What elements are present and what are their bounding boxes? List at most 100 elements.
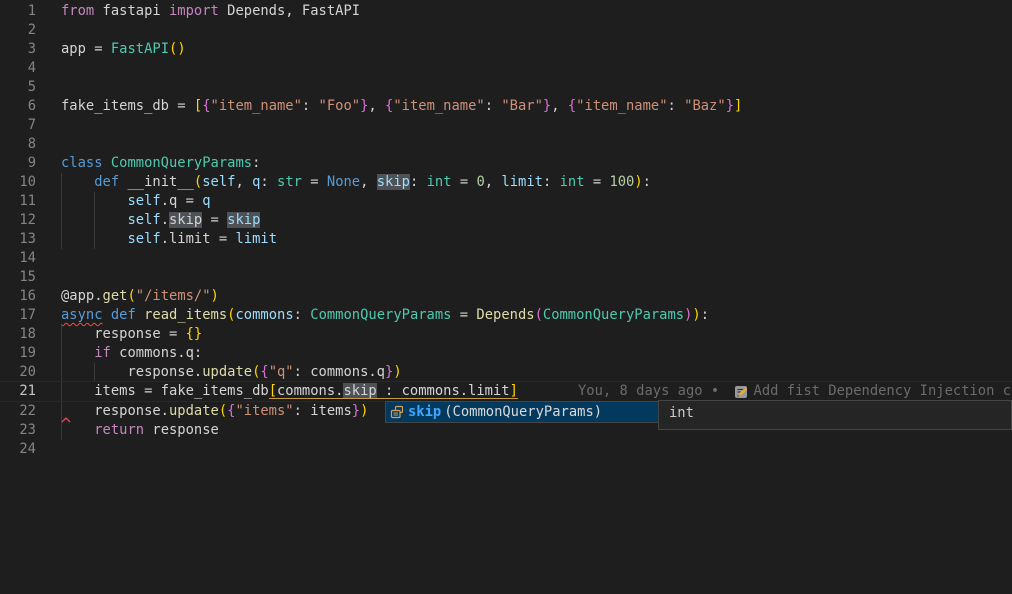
line-number[interactable]: 11 bbox=[0, 192, 36, 211]
line-number[interactable]: 5 bbox=[0, 78, 36, 97]
line-number[interactable]: 24 bbox=[0, 440, 36, 459]
code-segment: "item_name" bbox=[576, 98, 667, 114]
line-number[interactable]: 21 bbox=[0, 382, 36, 401]
code-segment: app bbox=[61, 41, 94, 57]
line-number[interactable]: 8 bbox=[0, 135, 36, 154]
code-segment: ) bbox=[211, 288, 219, 304]
code-segment: commons.q: bbox=[111, 345, 202, 361]
code-segment: = bbox=[460, 307, 477, 323]
code-segment: : bbox=[294, 307, 311, 323]
suggestion-item-skip[interactable]: skip (CommonQueryParams) bbox=[386, 402, 658, 422]
code-segment: : bbox=[252, 155, 260, 171]
code-segment: "Foo" bbox=[319, 98, 361, 114]
code-line[interactable]: 9class CommonQueryParams: bbox=[0, 154, 1012, 173]
code-segment: : bbox=[302, 98, 319, 114]
code-line-content: app = FastAPI() bbox=[36, 40, 1012, 59]
code-line[interactable]: 2 bbox=[0, 21, 1012, 40]
code-line[interactable]: 18 response = {} bbox=[0, 325, 1012, 344]
code-line[interactable]: 5 bbox=[0, 78, 1012, 97]
code-segment: : bbox=[643, 174, 651, 190]
code-segment: fastapi bbox=[94, 3, 169, 19]
code-segment: "q" bbox=[269, 364, 294, 380]
code-segment: ) bbox=[177, 41, 185, 57]
code-line-content bbox=[36, 268, 1012, 287]
code-segment: = bbox=[460, 174, 477, 190]
line-number[interactable]: 12 bbox=[0, 211, 36, 230]
code-segment: 0 bbox=[476, 174, 484, 190]
code-line[interactable]: 7 bbox=[0, 116, 1012, 135]
code-line-content: def __init__(self, q: str = None, skip: … bbox=[36, 173, 1012, 192]
code-line[interactable]: 17async def read_items(commons: CommonQu… bbox=[0, 306, 1012, 325]
line-number[interactable]: 10 bbox=[0, 173, 36, 192]
code-segment: "item_name" bbox=[211, 98, 302, 114]
code-segment: : bbox=[543, 174, 560, 190]
code-segment bbox=[61, 422, 94, 438]
line-number[interactable]: 20 bbox=[0, 363, 36, 382]
suggestion-label: skip bbox=[408, 403, 441, 422]
git-blame-annotation[interactable]: You, 8 days ago • Add fist Dependency In… bbox=[578, 382, 1012, 401]
code-line[interactable]: 16@app.get("/items/") bbox=[0, 287, 1012, 306]
line-number[interactable]: 4 bbox=[0, 59, 36, 78]
code-segment: items bbox=[310, 403, 352, 419]
line-number[interactable]: 14 bbox=[0, 249, 36, 268]
code-line[interactable]: 11 self.q = q bbox=[0, 192, 1012, 211]
code-segment: { bbox=[568, 98, 576, 114]
line-number[interactable]: 2 bbox=[0, 21, 36, 40]
code-segment: skip bbox=[377, 174, 410, 190]
code-line[interactable]: 13 self.limit = limit bbox=[0, 230, 1012, 249]
line-number[interactable]: 16 bbox=[0, 287, 36, 306]
code-line[interactable]: 14 bbox=[0, 249, 1012, 268]
code-segment: __init__ bbox=[127, 174, 193, 190]
line-number[interactable]: 17 bbox=[0, 306, 36, 325]
code-line[interactable]: 10 def __init__(self, q: str = None, ski… bbox=[0, 173, 1012, 192]
code-line[interactable]: 24 bbox=[0, 440, 1012, 459]
code-line-content bbox=[36, 21, 1012, 40]
code-segment: return bbox=[94, 422, 144, 438]
code-line-content: self.limit = limit bbox=[36, 230, 1012, 249]
suggestion-doc-text: int bbox=[669, 405, 694, 421]
code-segment: limit bbox=[501, 174, 543, 190]
code-segment: commons.limit bbox=[402, 383, 510, 399]
line-number[interactable]: 15 bbox=[0, 268, 36, 287]
code-line[interactable]: 15 bbox=[0, 268, 1012, 287]
code-line-content bbox=[36, 116, 1012, 135]
code-segment: : bbox=[668, 98, 685, 114]
code-segment: get bbox=[103, 288, 128, 304]
code-line-content bbox=[36, 440, 1012, 459]
line-number[interactable]: 23 bbox=[0, 421, 36, 440]
code-segment bbox=[103, 307, 111, 323]
code-line[interactable]: 3app = FastAPI() bbox=[0, 40, 1012, 59]
line-number[interactable]: 7 bbox=[0, 116, 36, 135]
code-line[interactable]: 1from fastapi import Depends, FastAPI bbox=[0, 2, 1012, 21]
line-number[interactable]: 18 bbox=[0, 325, 36, 344]
blame-author-text: You, 8 days ago • bbox=[578, 382, 728, 401]
line-number[interactable]: 19 bbox=[0, 344, 36, 363]
code-segment: ] bbox=[510, 383, 518, 399]
suggestion-detail: (CommonQueryParams) bbox=[444, 403, 602, 422]
code-segment: from bbox=[61, 3, 94, 19]
code-segment: ) bbox=[360, 403, 368, 419]
line-number[interactable]: 9 bbox=[0, 154, 36, 173]
code-segment: , bbox=[235, 174, 252, 190]
code-segment: response bbox=[144, 422, 219, 438]
line-number[interactable]: 13 bbox=[0, 230, 36, 249]
code-segment: class bbox=[61, 155, 111, 171]
code-segment: response bbox=[61, 326, 169, 342]
code-line[interactable]: 20 response.update({"q": commons.q}) bbox=[0, 363, 1012, 382]
code-segment: update bbox=[169, 403, 219, 419]
code-line[interactable]: 8 bbox=[0, 135, 1012, 154]
code-line-content bbox=[36, 59, 1012, 78]
line-number[interactable]: 22 bbox=[0, 402, 36, 421]
line-number[interactable]: 1 bbox=[0, 2, 36, 21]
code-segment: skip bbox=[169, 212, 202, 228]
line-number[interactable]: 6 bbox=[0, 97, 36, 116]
code-line[interactable]: 6fake_items_db = [{"item_name": "Foo"}, … bbox=[0, 97, 1012, 116]
code-segment: fake_items_db bbox=[61, 98, 177, 114]
code-segment: , bbox=[368, 98, 385, 114]
line-number[interactable]: 3 bbox=[0, 40, 36, 59]
code-line[interactable]: 4 bbox=[0, 59, 1012, 78]
code-segment: self bbox=[127, 212, 160, 228]
code-line[interactable]: 19 if commons.q: bbox=[0, 344, 1012, 363]
code-line[interactable]: 12 self.skip = skip bbox=[0, 211, 1012, 230]
code-segment: async bbox=[61, 307, 103, 323]
